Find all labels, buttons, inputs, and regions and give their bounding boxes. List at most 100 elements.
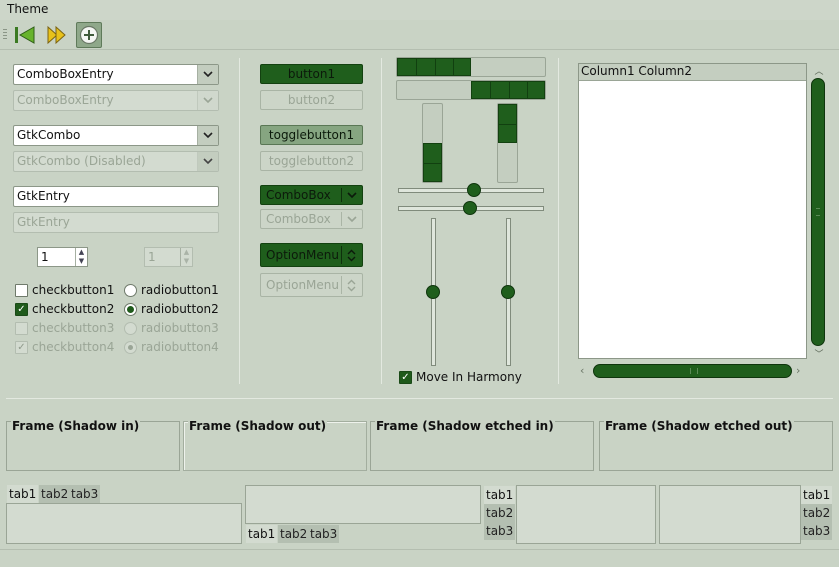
slider-knob[interactable] bbox=[463, 201, 477, 215]
notebook-left bbox=[516, 485, 656, 544]
tab-tab1[interactable]: tab1 bbox=[246, 525, 278, 543]
radio-icon bbox=[124, 283, 137, 297]
toolbar-grip[interactable] bbox=[3, 29, 7, 41]
chevron-down-icon bbox=[197, 91, 218, 110]
spin-arrows-icon: ▲ ▼ bbox=[180, 248, 192, 266]
scroll-right-icon[interactable]: › bbox=[796, 364, 806, 378]
vscale-1[interactable] bbox=[426, 218, 440, 366]
gtk-combo[interactable]: GtkCombo bbox=[13, 125, 219, 146]
combo-box-entry[interactable]: ComboBoxEntry bbox=[13, 64, 219, 85]
progress-bar-vertical-1 bbox=[422, 103, 443, 183]
tab-tab1[interactable]: tab1 bbox=[484, 486, 516, 504]
gtk-combo-disabled: GtkCombo (Disabled) bbox=[13, 151, 219, 172]
chevron-down-icon[interactable] bbox=[197, 65, 218, 84]
checkbox-checked-icon: ✓ bbox=[15, 302, 28, 316]
radiobutton1[interactable]: radiobutton1 bbox=[124, 282, 219, 298]
radiobutton4: radiobutton4 bbox=[124, 339, 219, 355]
horizontal-scrollbar[interactable] bbox=[593, 364, 792, 378]
grip-icon bbox=[690, 368, 698, 374]
frame-shadow-etched-out: Frame (Shadow etched out) bbox=[599, 419, 833, 471]
checkbutton2[interactable]: ✓ checkbutton2 bbox=[15, 301, 114, 317]
notebook-right bbox=[659, 485, 801, 544]
checkbox-icon bbox=[15, 283, 28, 297]
togglebutton1[interactable]: togglebutton1 bbox=[260, 125, 363, 145]
progress-bar-vertical-2 bbox=[497, 103, 518, 183]
radio-selected-icon bbox=[124, 340, 137, 354]
optionmenu-disabled: OptionMenu bbox=[260, 273, 363, 297]
hscale-2[interactable] bbox=[398, 201, 544, 215]
combobox-disabled: ComboBox bbox=[260, 209, 363, 229]
radiobutton2[interactable]: radiobutton2 bbox=[124, 301, 219, 317]
add-icon bbox=[79, 25, 99, 45]
progress-bar-horizontal-2 bbox=[396, 80, 546, 100]
vscale-2[interactable] bbox=[501, 218, 515, 366]
menu-theme[interactable]: Theme bbox=[7, 2, 48, 16]
tab-tab2[interactable]: tab2 bbox=[39, 485, 71, 503]
hscale-1[interactable] bbox=[398, 183, 544, 197]
separator bbox=[6, 398, 833, 399]
checkbutton4: ✓ checkbutton4 bbox=[15, 339, 114, 355]
tab-tab2[interactable]: tab2 bbox=[484, 504, 516, 522]
togglebutton2: togglebutton2 bbox=[260, 151, 363, 171]
checkbutton1[interactable]: checkbutton1 bbox=[15, 282, 114, 298]
tab-tab2[interactable]: tab2 bbox=[801, 504, 833, 522]
updown-arrows-icon bbox=[344, 244, 359, 266]
add-button[interactable] bbox=[76, 22, 102, 48]
tree-header: Column1 Column2 bbox=[579, 64, 806, 81]
frame-shadow-in: Frame (Shadow in) bbox=[6, 419, 180, 471]
back-button[interactable] bbox=[12, 22, 38, 48]
checkbox-icon bbox=[15, 321, 28, 335]
button1[interactable]: button1 bbox=[260, 64, 363, 84]
notebook-top bbox=[6, 503, 242, 544]
frame-shadow-etched-in: Frame (Shadow etched in) bbox=[370, 419, 594, 471]
tab-tab2[interactable]: tab2 bbox=[278, 525, 310, 543]
checkbutton3: checkbutton3 bbox=[15, 320, 114, 336]
column2-header[interactable]: Column2 bbox=[638, 64, 692, 78]
spin-arrows-icon[interactable]: ▲ ▼ bbox=[75, 248, 87, 266]
grip-icon bbox=[816, 208, 820, 216]
separator bbox=[239, 58, 240, 384]
tab-tab3[interactable]: tab3 bbox=[69, 485, 101, 503]
progress-bar-horizontal-1 bbox=[396, 57, 546, 77]
separator bbox=[381, 58, 382, 384]
tab-tab3[interactable]: tab3 bbox=[484, 522, 516, 540]
tab-tab1[interactable]: tab1 bbox=[7, 485, 39, 503]
move-in-harmony-check[interactable]: ✓ Move In Harmony bbox=[399, 369, 522, 385]
updown-arrows-icon bbox=[344, 274, 359, 296]
forward-arrow-icon bbox=[47, 25, 66, 45]
gtk-entry[interactable]: GtkEntry bbox=[13, 186, 219, 207]
radiobutton3: radiobutton3 bbox=[124, 320, 219, 336]
slider-knob[interactable] bbox=[467, 183, 481, 197]
status-bar bbox=[0, 549, 839, 567]
chevron-down-icon[interactable] bbox=[197, 126, 218, 145]
combobox[interactable]: ComboBox bbox=[260, 185, 363, 205]
tree-view[interactable]: Column1 Column2 bbox=[578, 63, 807, 359]
gtk-entry-disabled: GtkEntry bbox=[13, 212, 219, 233]
column1-header[interactable]: Column1 bbox=[581, 64, 635, 78]
scroll-up-icon[interactable]: ︿ bbox=[812, 64, 826, 77]
optionmenu[interactable]: OptionMenu bbox=[260, 243, 363, 267]
tab-tab1[interactable]: tab1 bbox=[801, 486, 833, 504]
scroll-down-icon[interactable]: ﹀ bbox=[812, 347, 826, 360]
slider-knob[interactable] bbox=[501, 285, 515, 299]
scroll-left-icon[interactable]: ‹ bbox=[580, 364, 590, 378]
spin-button[interactable]: 1 ▲ ▼ bbox=[37, 247, 88, 267]
tab-tab3[interactable]: tab3 bbox=[308, 525, 340, 543]
radio-icon bbox=[124, 321, 137, 335]
toolbar bbox=[0, 20, 839, 50]
radio-selected-icon bbox=[124, 302, 137, 316]
chevron-down-icon bbox=[197, 152, 218, 171]
chevron-down-icon bbox=[344, 186, 359, 204]
slider-knob[interactable] bbox=[426, 285, 440, 299]
progress-fill bbox=[423, 143, 442, 182]
forward-button[interactable] bbox=[44, 22, 70, 48]
chevron-down-icon bbox=[344, 210, 359, 228]
progress-fill bbox=[471, 81, 545, 99]
combo-box-entry-disabled: ComboBoxEntry bbox=[13, 90, 219, 111]
tab-tab3[interactable]: tab3 bbox=[801, 522, 833, 540]
checkbox-checked-icon: ✓ bbox=[399, 370, 412, 384]
progress-fill bbox=[498, 104, 517, 143]
notebook-bottom bbox=[245, 485, 481, 524]
separator bbox=[558, 58, 559, 384]
vertical-scrollbar[interactable] bbox=[811, 78, 825, 346]
